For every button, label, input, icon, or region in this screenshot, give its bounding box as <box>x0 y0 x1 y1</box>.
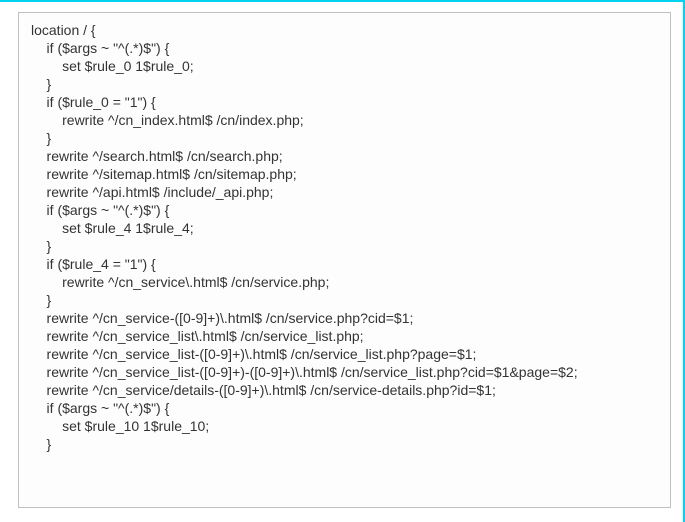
code-line: if ($args ~ "^(.*)$") { <box>31 39 664 57</box>
page-container: location / { if ($args ~ "^(.*)$") { set… <box>0 0 685 522</box>
code-line: rewrite ^/cn_service_list\.html$ /cn/ser… <box>31 327 664 345</box>
code-line: set $rule_0 1$rule_0; <box>31 57 664 75</box>
code-line: set $rule_10 1$rule_10; <box>31 417 664 435</box>
code-line: rewrite ^/cn_service_list-([0-9]+)-([0-9… <box>31 363 664 381</box>
code-line: rewrite ^/cn_index.html$ /cn/index.php; <box>31 111 664 129</box>
code-line: if ($rule_0 = "1") { <box>31 93 664 111</box>
code-line: } <box>31 75 664 93</box>
code-line: rewrite ^/search.html$ /cn/search.php; <box>31 147 664 165</box>
code-line: rewrite ^/cn_service/details-([0-9]+)\.h… <box>31 381 664 399</box>
code-block: location / { if ($args ~ "^(.*)$") { set… <box>18 12 671 508</box>
code-line: location / { <box>31 21 664 39</box>
code-line: } <box>31 237 664 255</box>
code-line: rewrite ^/api.html$ /include/_api.php; <box>31 183 664 201</box>
code-line: rewrite ^/cn_service\.html$ /cn/service.… <box>31 273 664 291</box>
code-line: rewrite ^/cn_service-([0-9]+)\.html$ /cn… <box>31 309 664 327</box>
code-line: } <box>31 435 664 453</box>
code-line: } <box>31 291 664 309</box>
code-line: if ($rule_4 = "1") { <box>31 255 664 273</box>
code-line: rewrite ^/cn_service_list-([0-9]+)\.html… <box>31 345 664 363</box>
code-line: } <box>31 129 664 147</box>
code-line: if ($args ~ "^(.*)$") { <box>31 201 664 219</box>
code-line: if ($args ~ "^(.*)$") { <box>31 399 664 417</box>
code-line: set $rule_4 1$rule_4; <box>31 219 664 237</box>
code-line: rewrite ^/sitemap.html$ /cn/sitemap.php; <box>31 165 664 183</box>
